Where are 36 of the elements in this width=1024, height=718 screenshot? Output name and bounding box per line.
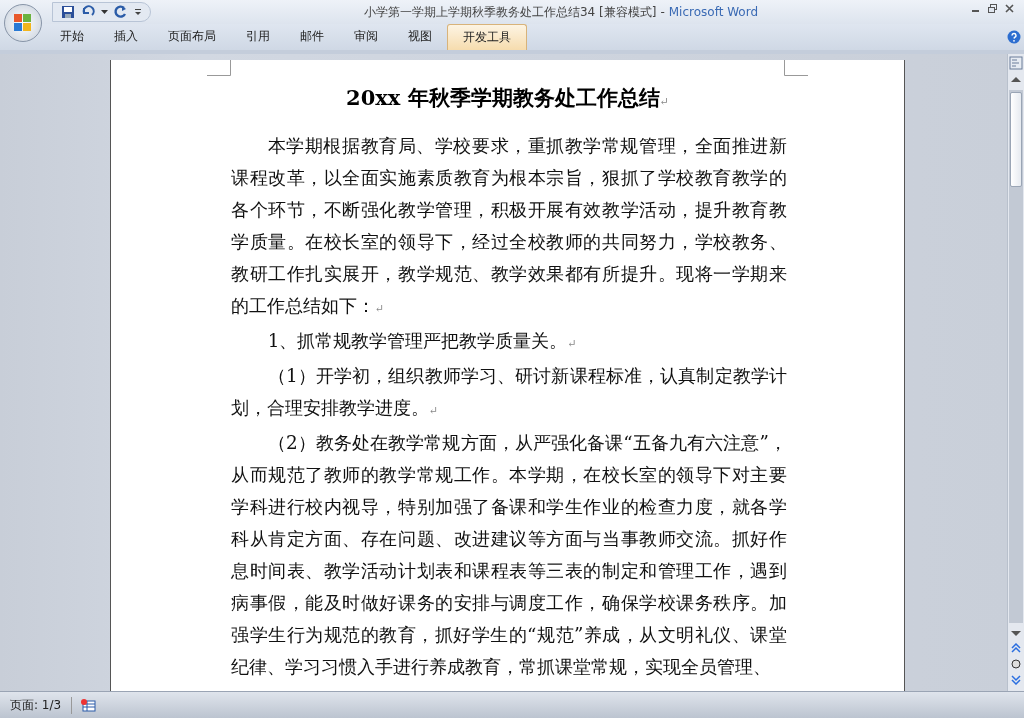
paragraph: 1、抓常规教学管理严把教学质量关。↵ [266,329,578,353]
ribbon-tab[interactable]: 开发工具 [447,24,527,50]
title-separator: - [660,4,665,19]
next-page-icon[interactable] [1011,675,1021,685]
scroll-down-icon[interactable] [1011,629,1021,637]
corner-mark [784,60,808,76]
help-icon[interactable] [1007,30,1021,44]
redo-icon[interactable] [114,5,128,19]
document-title: 小学第一学期上学期秋季教务处工作总结34 [兼容模式] [363,4,657,19]
browse-object-icon[interactable] [1011,659,1021,669]
ribbon-tab[interactable]: 开始 [45,24,99,50]
paragraph: （2）教务处在教学常规方面，从严强化备课“五备九有六注意”，从而规范了教师的教学常规工作。本学期，在校长室的领导下对主要学科进行校内视导，特别加强了备课和学生作业的检查力度，就各学科从肯定方面、存在问题、改进建议等方面与当事教师交流。抓好作息时间表、教学活动计划表和课程表等三表的制定和管理工作，遇到病事假，能及时做好课务的安排与调度工作，确保学校课务秩序。加强学生行为规范的教育，抓好学生的“规范”养成，从文明礼仪、课堂纪律、学习习惯入手进行养成教育，常抓课堂常规，实现全员管理、 [231,431,787,679]
undo-icon[interactable] [81,5,95,19]
ribbon-tab[interactable]: 页面布局 [153,24,231,50]
save-icon[interactable] [61,5,75,19]
caret-icon[interactable] [101,9,108,15]
page-count[interactable]: 页面: 1/3 [0,696,73,714]
ribbon-tab[interactable]: 邮件 [285,24,339,50]
table-icon[interactable] [80,698,97,712]
office-button[interactable] [4,4,42,42]
corner-mark [207,60,231,76]
ruler-toggle-icon[interactable] [1009,56,1023,70]
restore-icon[interactable] [988,4,997,13]
scroll-up-icon[interactable] [1011,76,1021,84]
ribbon-tab[interactable]: 审阅 [339,24,393,50]
paragraph: （1）开学初，组织教师学习、研讨新课程标准，认真制定教学计划，合理安排教学进度。↵ [231,364,787,420]
paragraph: 本学期根据教育局、学校要求，重抓教学常规管理，全面推进新课程改革，以全面实施素质教育为根本宗旨，狠抓了学校教育教学的各个环节，不断强化教学管理，积极开展有效教学活动，提升教育教学质量。在校长室的领导下，经过全校教师的共同努力，学校教务、教研工作扎实展开，教学规范、教学效果都有所提升。现将一学期来的工作总结如下：↵ [231,134,787,318]
ribbon-tab[interactable]: 视图 [393,24,447,50]
close-icon[interactable] [1005,4,1014,13]
app-name: Microsoft Word [668,4,759,19]
ribbon-tab[interactable]: 插入 [99,24,153,50]
scrollbar-thumb[interactable] [1010,92,1022,187]
customize-icon[interactable] [134,8,142,16]
ribbon-tab[interactable]: 引用 [231,24,285,50]
document-heading: 20xx 年秋季学期教务处工作总结↵ [345,84,670,112]
previous-page-icon[interactable] [1011,643,1021,653]
